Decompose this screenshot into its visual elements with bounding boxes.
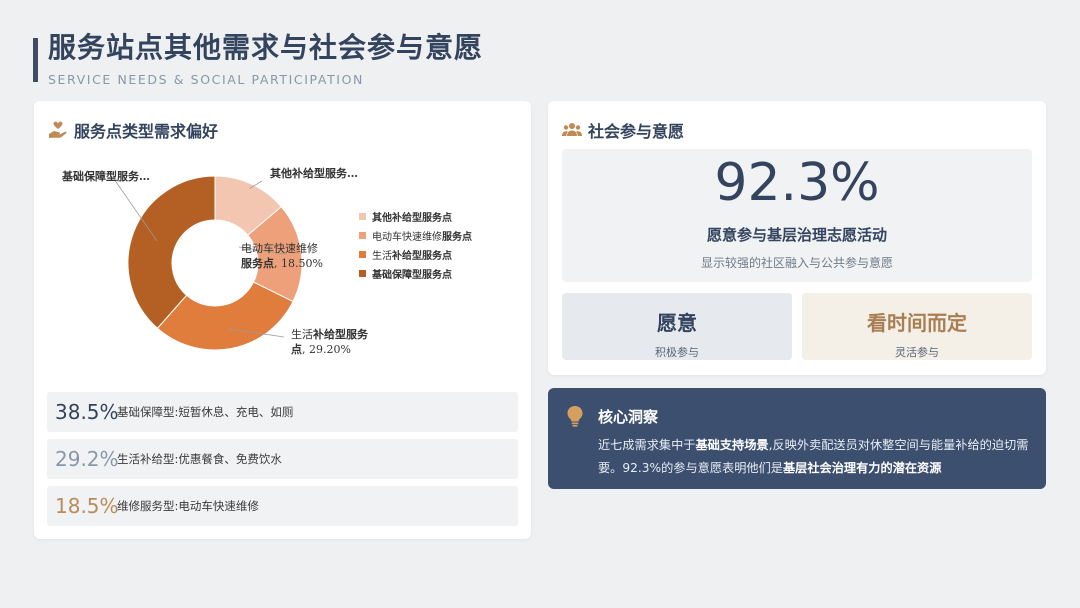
users-icon — [562, 123, 582, 136]
legend-item-repair: 电动车快速维修服务点 — [359, 226, 472, 245]
donut-label-other: 其他补给型服务… — [270, 167, 358, 180]
legend-item-basic: 基础保障型服务点 — [359, 264, 472, 283]
participation-card: 社会参与意愿 92.3% 愿意参与基层治理志愿活动 显示较强的社区融入与公共参与… — [548, 101, 1046, 375]
core-insight-panel: 核心洞察 近七成需求集中于基础支持场景,反映外卖配送员对休整空间与能量补给的迫切… — [548, 388, 1046, 489]
stat-description: 生活补给型:优惠餐食、免费饮水 — [117, 452, 282, 466]
donut-label-repair: 电动车快速维修 服务点, 18.50% — [241, 242, 323, 270]
participation-highlight: 92.3% 愿意参与基层治理志愿活动 显示较强的社区融入与公共参与意愿 — [562, 149, 1032, 282]
insight-title: 核心洞察 — [598, 408, 659, 426]
title-accent-bar — [33, 38, 38, 82]
donut-legend: 其他补给型服务点 电动车快速维修服务点 生活补给型服务点 基础保障型服务点 — [359, 207, 472, 283]
stat-description: 维修服务型:电动车快速维修 — [117, 499, 259, 513]
participation-label: 愿意参与基层治理志愿活动 — [706, 226, 887, 244]
participation-sublabel: 显示较强的社区融入与公共参与意愿 — [700, 256, 893, 270]
option-willing-title: 愿意 — [657, 311, 697, 335]
participation-rate: 92.3% — [714, 153, 880, 213]
legend-item-other: 其他补给型服务点 — [359, 207, 472, 226]
stat-percent: 29.2% — [55, 447, 119, 471]
legend-swatch — [359, 213, 366, 220]
stat-description: 基础保障型:短暂休息、充电、如厕 — [117, 405, 294, 419]
donut-label-life: 生活补给型服务 点, 29.20% — [291, 328, 368, 356]
option-willing: 愿意 积极参与 — [562, 293, 792, 360]
legend-swatch — [359, 232, 366, 239]
option-depends: 看时间而定 灵活参与 — [802, 293, 1032, 360]
lightbulb-icon — [567, 406, 583, 427]
legend-swatch — [359, 251, 366, 258]
option-depends-sub: 灵活参与 — [895, 346, 939, 359]
participation-header: 社会参与意愿 — [562, 118, 684, 142]
service-preference-card: 服务点类型需求偏好 基础保障型服务… 其他补给型服务… 电动车快速维修 服务点,… — [34, 101, 531, 539]
insight-text: 近七成需求集中于基础支持场景,反映外卖配送员对休整空间与能量补给的迫切需要。92… — [598, 438, 1029, 475]
legend-swatch — [359, 270, 366, 277]
option-depends-title: 看时间而定 — [867, 311, 967, 335]
option-willing-sub: 积极参与 — [655, 346, 699, 359]
legend-item-life: 生活补给型服务点 — [359, 245, 472, 264]
stat-row-repair: 18.5% 维修服务型:电动车快速维修 — [47, 486, 518, 526]
stat-row-basic: 38.5% 基础保障型:短暂休息、充电、如厕 — [47, 392, 518, 432]
stat-percent: 38.5% — [55, 400, 119, 424]
stat-row-life: 29.2% 生活补给型:优惠餐食、免费饮水 — [47, 439, 518, 479]
stat-percent: 18.5% — [55, 494, 119, 518]
participation-title: 社会参与意愿 — [588, 122, 685, 141]
donut-label-basic: 基础保障型服务… — [62, 170, 150, 183]
page-subtitle: SERVICE NEEDS & SOCIAL PARTICIPATION — [48, 72, 364, 87]
page-title: 服务站点其他需求与社会参与意愿 — [48, 31, 484, 64]
